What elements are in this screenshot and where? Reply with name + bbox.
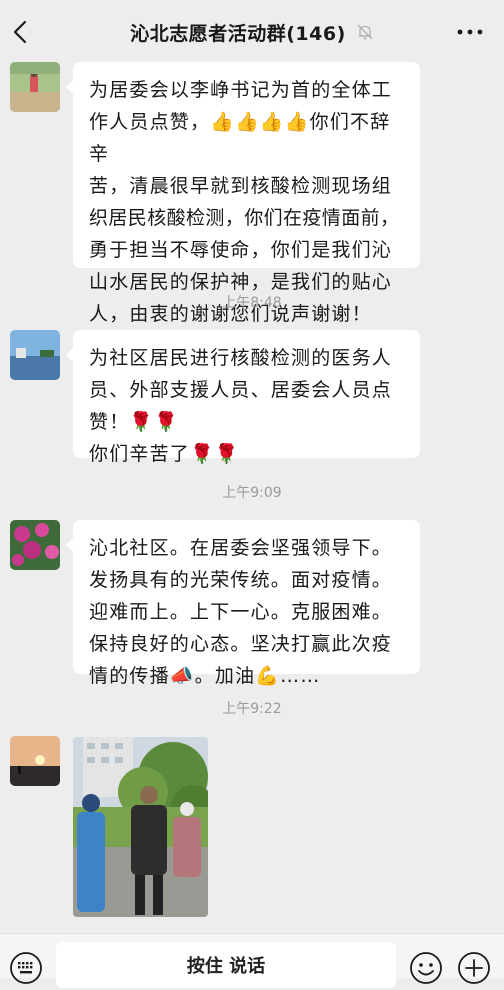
message-line: 作人员点赞，👍👍👍👍你们不辞辛	[89, 111, 391, 165]
message-line: 保持良好的心态。坚决打赢此次疫	[89, 633, 393, 655]
avatar-outdoor-photo	[10, 62, 60, 112]
timestamp: 上午8:48	[222, 295, 282, 311]
message-line: 织居民核酸检测，你们在疫情面前，	[89, 207, 400, 229]
message-line: 员、外部支援人员、居委会人员点	[89, 379, 393, 401]
avatar-flowers-photo	[10, 520, 60, 570]
message-line: 你们辛苦了🌹🌹	[89, 443, 240, 465]
more-actions-button[interactable]	[456, 950, 492, 986]
message-line: 赞！🌹🌹	[89, 411, 180, 433]
more-button[interactable]	[456, 24, 484, 40]
avatar-lake-photo	[10, 330, 60, 380]
shared-photo[interactable]	[73, 737, 208, 917]
avatar-sunset-photo	[10, 736, 60, 786]
message-line: 沁北社区。在居委会坚强领导下。	[89, 537, 393, 559]
message-line: 发扬具有的光荣传统。面对疫情。	[89, 569, 393, 591]
avatar[interactable]	[10, 520, 60, 570]
smiley-icon	[410, 952, 442, 984]
message-line: 苦，清晨很早就到核酸检测现场组	[89, 175, 393, 197]
bell-muted-icon	[357, 24, 373, 40]
message-bubble[interactable]: 为社区居民进行核酸检测的医务人 员、外部支援人员、居委会人员点 赞！🌹🌹 你们辛…	[66, 330, 420, 465]
plus-circle-icon	[458, 952, 490, 984]
chat-title: 沁北志愿者活动群(146)	[130, 22, 346, 45]
photo-volunteers-outdoor	[73, 737, 208, 917]
message-bubble[interactable]: 为居委会以李峥书记为首的全体工 作人员点赞，👍👍👍👍你们不辞辛 苦，清晨很早就到…	[66, 62, 420, 325]
timestamp: 上午9:22	[222, 701, 282, 717]
hold-to-talk-label: 按住 说话	[186, 956, 266, 977]
chat-header: 沁北志愿者活动群(146)	[0, 0, 504, 64]
message-line: 为居委会以李峥书记为首的全体工	[89, 79, 393, 101]
timestamp: 上午9:09	[222, 485, 282, 501]
keyboard-button[interactable]	[8, 950, 44, 986]
input-bar: 按住 说话	[0, 933, 504, 988]
hold-to-talk-button[interactable]: 按住 说话	[56, 942, 396, 988]
avatar[interactable]	[10, 62, 60, 112]
message-line: 为社区居民进行核酸检测的医务人	[89, 347, 393, 369]
message-bubble[interactable]: 沁北社区。在居委会坚强领导下。 发扬具有的光荣传统。面对疫情。 迎难而上。上下一…	[66, 520, 420, 687]
message-line: 勇于担当不辱使命，你们是我们沁	[89, 239, 393, 261]
message-line: 迎难而上。上下一心。克服困难。	[89, 601, 393, 623]
chat-title-wrap: 沁北志愿者活动群(146)	[0, 18, 504, 46]
avatar[interactable]	[10, 330, 60, 380]
message-line: 情的传播📣。加油💪……	[89, 665, 321, 687]
ellipsis-icon	[457, 29, 483, 35]
emoji-button[interactable]	[408, 950, 444, 986]
avatar[interactable]	[10, 736, 60, 786]
keyboard-icon	[10, 952, 42, 984]
